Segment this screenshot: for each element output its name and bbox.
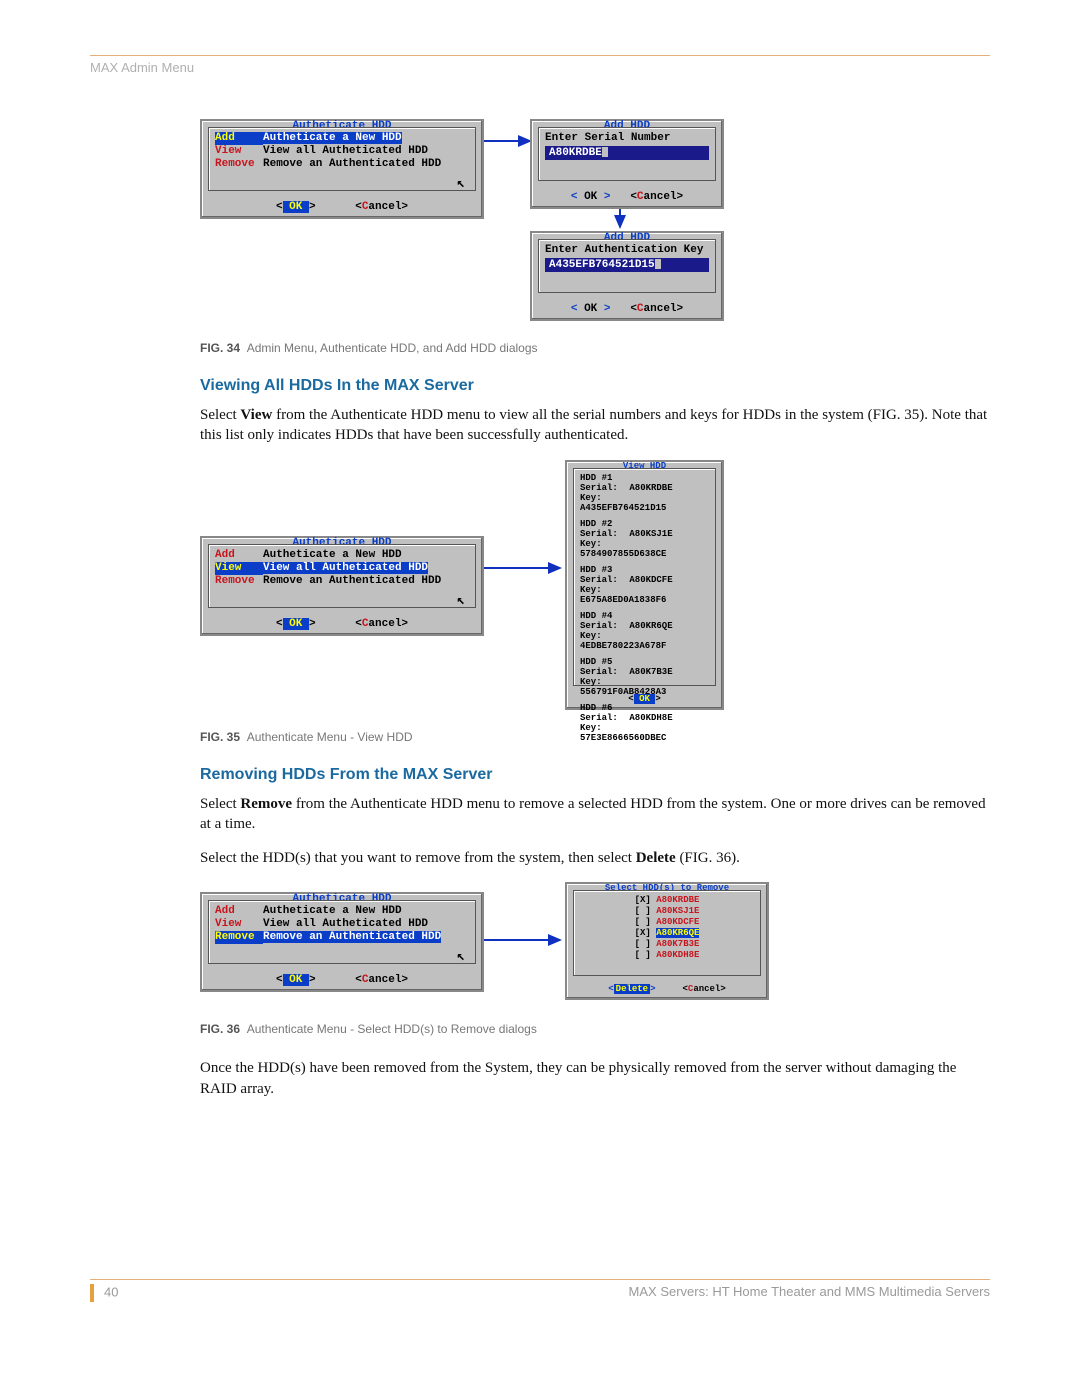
ok-button[interactable]: < OK >: [628, 694, 660, 704]
heading-viewing: Viewing All HDDs In the MAX Server: [200, 377, 990, 395]
delete-button[interactable]: <Delete>: [608, 984, 655, 994]
closing-para: Once the HDD(s) have been removed from t…: [200, 1058, 990, 1099]
authenticate-hdd-dialog: Autheticate HDD AddAutheticate a New HDD…: [200, 119, 484, 219]
ok-button[interactable]: < OK >: [571, 303, 611, 315]
page-footer: 40 MAX Servers: HT Home Theater and MMS …: [90, 1279, 990, 1302]
ok-button[interactable]: < OK >: [276, 974, 316, 986]
cursor-icon: ↖: [457, 592, 465, 609]
cursor-icon: ↖: [457, 175, 465, 192]
page-header: MAX Admin Menu: [90, 60, 990, 75]
authenticate-hdd-dialog: Autheticate HDD AddAutheticate a New HDD…: [200, 536, 484, 636]
hdd-entry: HDD #5Serial: A80K7B3EKey: 556791F0AB842…: [580, 657, 709, 697]
para-removing-2: Select the HDD(s) that you want to remov…: [200, 848, 990, 868]
ok-button[interactable]: < OK >: [571, 191, 611, 203]
prompt-text: Enter Authentication Key: [545, 244, 709, 256]
view-hdd-dialog: View HDD HDD #1Serial: A80KRDBEKey: A435…: [565, 460, 724, 710]
cancel-button[interactable]: <Cancel>: [683, 984, 726, 994]
authenticate-hdd-dialog: Autheticate HDD AddAutheticate a New HDD…: [200, 892, 484, 992]
fig35: Autheticate HDD AddAutheticate a New HDD…: [200, 460, 990, 720]
menu-item-add[interactable]: AddAutheticate a New HDD: [215, 132, 469, 145]
hdd-checkbox-row[interactable]: [X] A80KRDBE: [580, 895, 754, 906]
select-hdd-remove-dialog: Select HDD(s) to Remove [X] A80KRDBE[ ] …: [565, 882, 769, 1000]
ok-button[interactable]: < OK >: [276, 618, 316, 630]
menu-item-view[interactable]: ViewView all Autheticated HDD: [215, 562, 469, 575]
cancel-button[interactable]: <Cancel>: [630, 191, 683, 203]
hdd-checkbox-row[interactable]: [X] A80KR6QE: [580, 928, 754, 939]
hdd-entry: HDD #3Serial: A80KDCFEKey: E675A8ED0A183…: [580, 565, 709, 605]
prompt-text: Enter Serial Number: [545, 132, 709, 144]
menu-item-remove[interactable]: RemoveRemove an Authenticated HDD: [215, 158, 469, 171]
fig34: Autheticate HDD AddAutheticate a New HDD…: [200, 111, 990, 331]
cancel-button[interactable]: <Cancel>: [355, 618, 408, 630]
add-hdd-serial-dialog: Add HDD Enter Serial Number A80KRDBE < O…: [530, 119, 724, 209]
key-input[interactable]: A435EFB764521D15: [545, 258, 709, 272]
menu-item-view[interactable]: ViewView all Autheticated HDD: [215, 918, 469, 931]
para-removing-1: Select Remove from the Authenticate HDD …: [200, 794, 990, 835]
footer-right: MAX Servers: HT Home Theater and MMS Mul…: [629, 1284, 990, 1302]
page-number: 40: [104, 1284, 118, 1299]
cursor-icon: ↖: [457, 948, 465, 965]
menu-item-remove[interactable]: RemoveRemove an Authenticated HDD: [215, 575, 469, 588]
hdd-checkbox-row[interactable]: [ ] A80KDCFE: [580, 917, 754, 928]
hdd-entry: HDD #2Serial: A80KSJ1EKey: 5784907855D63…: [580, 519, 709, 559]
menu-item-add[interactable]: AddAutheticate a New HDD: [215, 549, 469, 562]
fig36: Autheticate HDD AddAutheticate a New HDD…: [200, 882, 990, 1012]
cancel-button[interactable]: <Cancel>: [355, 201, 408, 213]
hdd-entry: HDD #4Serial: A80KR6QEKey: 4EDBE780223A6…: [580, 611, 709, 651]
cancel-button[interactable]: <Cancel>: [355, 974, 408, 986]
para-viewing: Select View from the Authenticate HDD me…: [200, 405, 990, 446]
menu-item-view[interactable]: ViewView all Autheticated HDD: [215, 145, 469, 158]
menu-item-remove[interactable]: RemoveRemove an Authenticated HDD: [215, 931, 469, 944]
hdd-checkbox-row[interactable]: [ ] A80K7B3E: [580, 939, 754, 950]
heading-removing: Removing HDDs From the MAX Server: [200, 766, 990, 784]
fig36-caption: FIG. 36 Authenticate Menu - Select HDD(s…: [200, 1022, 990, 1036]
add-hdd-key-dialog: Add HDD Enter Authentication Key A435EFB…: [530, 231, 724, 321]
hdd-entry: HDD #1Serial: A80KRDBEKey: A435EFB764521…: [580, 473, 709, 513]
hdd-checkbox-row[interactable]: [ ] A80KDH8E: [580, 950, 754, 961]
menu-item-add[interactable]: AddAutheticate a New HDD: [215, 905, 469, 918]
hdd-entry: HDD #6Serial: A80KDH8EKey: 57E3E8666560D…: [580, 703, 709, 743]
fig34-caption: FIG. 34 Admin Menu, Authenticate HDD, an…: [200, 341, 990, 355]
serial-input[interactable]: A80KRDBE: [545, 146, 709, 160]
ok-button[interactable]: < OK >: [276, 201, 316, 213]
hdd-checkbox-row[interactable]: [ ] A80KSJ1E: [580, 906, 754, 917]
cancel-button[interactable]: <Cancel>: [630, 303, 683, 315]
